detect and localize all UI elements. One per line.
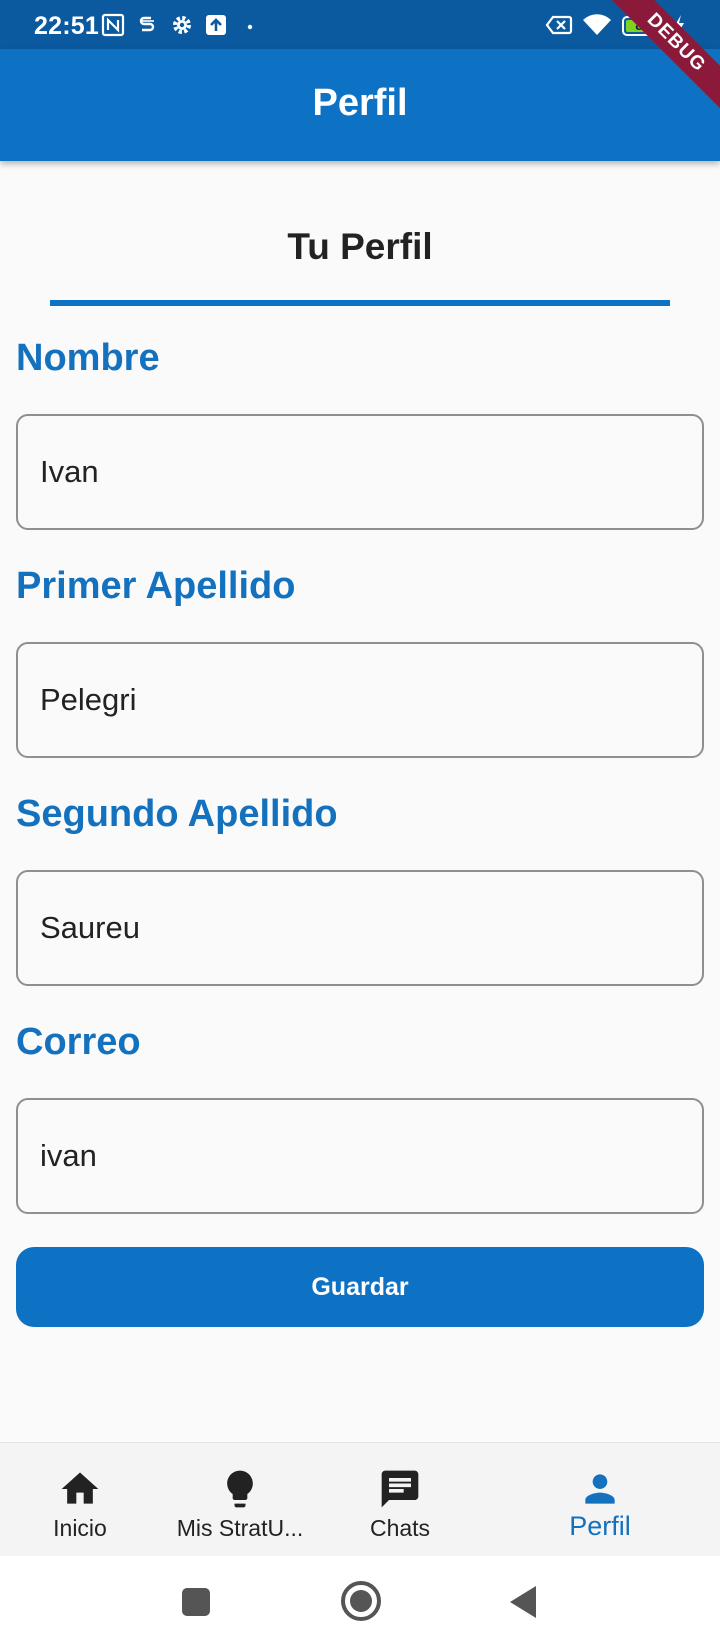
nombre-label: Nombre [16, 337, 160, 379]
nav-label-inicio: Inicio [53, 1515, 107, 1541]
home-icon [61, 1472, 99, 1504]
nav-item-inicio[interactable]: Inicio [0, 1443, 160, 1557]
dot-icon [247, 24, 253, 30]
status-time: 22:51 [34, 12, 99, 40]
segundo-apellido-input[interactable] [16, 870, 704, 986]
nav-label-perfil: Perfil [569, 1511, 631, 1541]
nav-item-chats[interactable]: Chats [320, 1443, 480, 1557]
save-button[interactable]: Guardar [16, 1247, 704, 1327]
gear-icon [173, 16, 191, 34]
lightbulb-icon [227, 1470, 253, 1508]
section-title: Tu Perfil [287, 226, 433, 267]
nav-item-perfil[interactable]: Perfil [520, 1443, 680, 1557]
upload-icon [206, 15, 226, 35]
nfc-icon [101, 13, 125, 37]
primer-apellido-label: Primer Apellido [16, 565, 296, 607]
primer-apellido-input[interactable] [16, 642, 704, 758]
correo-label: Correo [16, 1021, 141, 1063]
section-divider [50, 300, 670, 306]
app-bar-title: Perfil [312, 82, 408, 124]
correo-input[interactable] [16, 1098, 704, 1214]
nombre-input[interactable] [16, 414, 704, 530]
bottom-navigation: Inicio Mis StratU... Chats Perfil [0, 1442, 720, 1556]
s-icon [139, 16, 155, 32]
home-circle-icon[interactable] [340, 1580, 382, 1622]
nav-label-mis-stratups: Mis StratU... [176, 1515, 304, 1541]
status-bar: 22:51 89 [0, 0, 720, 49]
system-navigation-bar [0, 1556, 720, 1650]
chat-icon [381, 1470, 419, 1508]
no-sim-icon [545, 15, 573, 35]
app-bar: Perfil [0, 49, 720, 161]
back-icon[interactable] [508, 1584, 540, 1620]
wifi-icon [583, 14, 611, 36]
recents-icon[interactable] [180, 1586, 212, 1618]
nav-item-mis-stratups[interactable]: Mis StratU... [160, 1443, 320, 1557]
nav-label-chats: Chats [369, 1515, 431, 1541]
segundo-apellido-label: Segundo Apellido [16, 793, 338, 835]
person-icon [585, 1474, 615, 1504]
